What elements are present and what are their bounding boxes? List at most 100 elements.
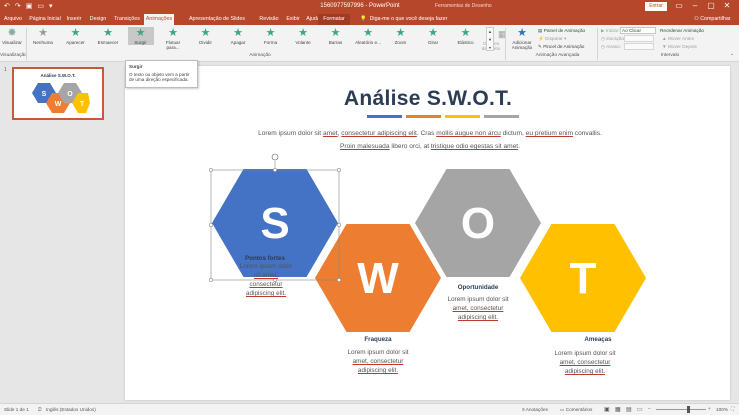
- delay-input[interactable]: [624, 43, 654, 50]
- reading-view-icon[interactable]: ▤: [626, 406, 632, 413]
- animation-effect-10[interactable]: ★ Barras: [323, 27, 349, 45]
- zoom-out-icon[interactable]: –: [648, 406, 651, 411]
- animation-effect-14[interactable]: ★ Elástico: [453, 27, 479, 45]
- animation-effect-9[interactable]: ★ Volante: [290, 27, 316, 45]
- tab-arquivo[interactable]: Arquivo: [2, 14, 24, 25]
- duration-label: ◷ Duração:: [601, 36, 626, 41]
- resize-handle[interactable]: [208, 222, 214, 228]
- zoom-level[interactable]: 100%: [716, 407, 728, 412]
- resize-handle[interactable]: [208, 167, 214, 173]
- preview-button[interactable]: ✸ Visualizar: [1, 27, 23, 45]
- tab-revisao[interactable]: Revisão: [258, 14, 280, 25]
- fit-slide-icon[interactable]: ⛶: [731, 406, 734, 411]
- animation-effect-4[interactable]: ★ Surgir: [127, 27, 154, 45]
- effect-star-icon: ★: [70, 27, 81, 39]
- tell-me-box[interactable]: 💡 Diga-me o que você deseja fazer: [360, 14, 447, 25]
- effect-label: Nenhuma: [33, 40, 53, 45]
- tab-formatar[interactable]: Formatar: [318, 14, 350, 25]
- caption-opportunity[interactable]: Oportunidade: [443, 284, 513, 291]
- collapse-ribbon-icon[interactable]: ⌃: [730, 53, 734, 59]
- rotation-handle-icon[interactable]: [271, 153, 279, 161]
- tab-design[interactable]: Design: [88, 14, 108, 25]
- signin-button[interactable]: Entrar: [645, 2, 667, 11]
- animation-effect-3[interactable]: ★ Esmaecer: [95, 27, 121, 45]
- body-opportunity[interactable]: Lorem ipsum dolor sit amet, consectetur …: [433, 295, 523, 322]
- group-animation: Animação: [249, 53, 271, 58]
- zoom-slider-thumb[interactable]: [687, 406, 690, 413]
- lightbulb-icon: 💡: [360, 16, 367, 22]
- body-weakness[interactable]: Lorem ipsum dolor sit amet, consectetur …: [333, 348, 423, 375]
- separator: [26, 28, 27, 60]
- spellcheck-icon[interactable]: ⎚: [38, 407, 42, 412]
- animation-painter-button[interactable]: ✎ Pincel de Animação: [538, 44, 584, 50]
- add-animation-icon: ★: [517, 27, 527, 39]
- share-button[interactable]: ⚇ Compartilhar: [694, 14, 731, 25]
- resize-handle[interactable]: [336, 167, 342, 173]
- close-icon[interactable]: ✕: [720, 1, 734, 10]
- animation-effect-11[interactable]: ★ Aleatório e...: [355, 27, 381, 45]
- tab-apresentacao[interactable]: Apresentação de Slides: [177, 14, 257, 25]
- maximize-icon[interactable]: ▢: [704, 1, 718, 10]
- effect-star-icon: ★: [460, 27, 471, 39]
- thumbnail-hexes: S W O T: [32, 83, 90, 113]
- resize-handle[interactable]: [272, 167, 278, 173]
- caption-threats[interactable]: Ameaças: [563, 336, 633, 343]
- tab-animacoes[interactable]: Animações: [144, 14, 174, 25]
- effect-label: Aparecer: [66, 40, 85, 45]
- separator: [597, 28, 598, 60]
- move-later-button[interactable]: ▼ Mover Depois: [662, 44, 697, 49]
- thumb-letter-s: S: [42, 91, 47, 98]
- resize-handle[interactable]: [208, 277, 214, 283]
- add-animation-button[interactable]: ★ Adicionar Animação: [508, 27, 536, 50]
- animation-effect-5[interactable]: ★ Flutuar para...: [160, 27, 186, 50]
- animation-effect-13[interactable]: ★ Girar: [420, 27, 446, 45]
- effect-label: Flutuar para...: [165, 40, 181, 50]
- move-earlier-button[interactable]: ▲ Mover Antes: [662, 36, 694, 41]
- body-threats[interactable]: Lorem ipsum dolor sit amet, consectetur …: [530, 349, 640, 376]
- caption-weakness[interactable]: Fraqueza: [343, 336, 413, 343]
- tab-exibir[interactable]: Exibir: [284, 14, 302, 25]
- hex-letter-w: W: [357, 254, 399, 303]
- animation-effect-2[interactable]: ★ Aparecer: [63, 27, 89, 45]
- animation-effect-6[interactable]: ★ Dividir: [193, 27, 219, 45]
- animation-effect-12[interactable]: ★ Zoom: [388, 27, 414, 45]
- redo-icon[interactable]: ↷: [15, 2, 21, 10]
- undo-icon[interactable]: ↶: [4, 2, 10, 10]
- thumb-letter-w: W: [55, 101, 62, 108]
- customize-toolbar-icon[interactable]: ▾: [49, 2, 53, 10]
- start-slideshow-icon[interactable]: ▭: [37, 2, 44, 10]
- tab-transicoes[interactable]: Transições: [112, 14, 142, 25]
- minimize-icon[interactable]: –: [688, 1, 702, 10]
- slide-canvas[interactable]: Análise S.W.O.T. Lorem ipsum dolor sit a…: [125, 66, 730, 400]
- effect-star-icon: ★: [135, 27, 146, 39]
- tab-pagina-inicial[interactable]: Página Inicial: [28, 14, 62, 25]
- animation-effect-7[interactable]: ★ Apagar: [225, 27, 251, 45]
- gallery-scroll[interactable]: ▲ ▼ ▾: [486, 27, 494, 51]
- save-icon[interactable]: ▣: [26, 2, 33, 10]
- caption-strengths[interactable]: Pontos fortes: [230, 255, 300, 262]
- trigger-button[interactable]: ⚡ Disparar ▾: [538, 36, 567, 42]
- normal-view-icon[interactable]: ▣: [604, 406, 610, 413]
- duration-input[interactable]: [624, 35, 654, 42]
- animation-pane-button[interactable]: ▤ Painel de Animação: [538, 28, 585, 34]
- tab-inserir[interactable]: Inserir: [64, 14, 84, 25]
- animation-effect-1[interactable]: ★ Nenhuma: [30, 27, 56, 45]
- resize-handle[interactable]: [336, 277, 342, 283]
- group-preview: Visualização: [0, 53, 27, 58]
- hex-letter-o: O: [461, 199, 495, 248]
- tooltip-text: O texto ou objeto vem a partir de uma di…: [129, 72, 190, 82]
- notes-button[interactable]: ≡ Anotações: [522, 407, 548, 412]
- animation-effect-8[interactable]: ★ Forma: [258, 27, 284, 45]
- start-select[interactable]: Ao Clicar: [620, 27, 656, 34]
- zoom-in-icon[interactable]: +: [708, 406, 711, 411]
- language-status[interactable]: Inglês (Estados Unidos): [46, 407, 96, 412]
- zoom-slider[interactable]: [656, 409, 706, 410]
- ribbon-display-icon[interactable]: ▭: [672, 1, 686, 10]
- body-strengths[interactable]: Lorem ipsum dolor sit amet, consectetur …: [231, 262, 301, 298]
- slide-thumbnail[interactable]: Análise S.W.O.T. S W O T: [12, 67, 104, 120]
- slide-sorter-icon[interactable]: ▦: [615, 406, 621, 413]
- preview-icon: ✸: [7, 27, 17, 39]
- comments-button[interactable]: ▭ Comentários: [560, 407, 592, 413]
- resize-handle[interactable]: [336, 222, 342, 228]
- slideshow-view-icon[interactable]: ▭: [637, 406, 643, 413]
